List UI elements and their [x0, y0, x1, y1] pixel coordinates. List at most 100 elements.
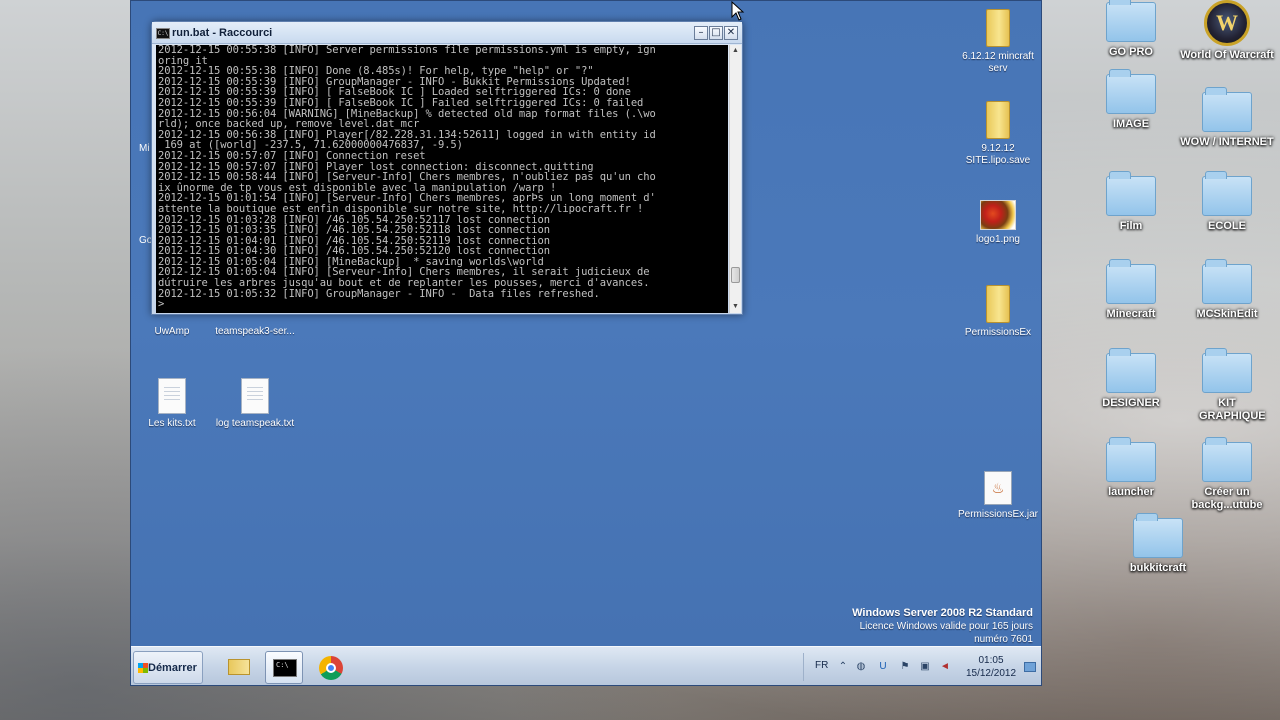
icon-label: ECOLE — [1208, 220, 1246, 232]
tray-app-icon[interactable]: ◍ — [855, 661, 867, 673]
minimize-button[interactable]: – — [694, 26, 708, 40]
icon-label: teamspeak3-ser... — [215, 326, 295, 337]
start-label: Démarrer — [148, 662, 197, 674]
host-icon-go-pro[interactable]: GO PRO — [1083, 0, 1179, 59]
scroll-thumb[interactable] — [731, 267, 740, 283]
host-icon-world-of-warcraft[interactable]: W World Of Warcraft — [1179, 0, 1275, 62]
host-icon-minecraft[interactable]: Minecraft — [1083, 259, 1179, 321]
taskbar-explorer-button[interactable] — [219, 651, 257, 684]
taskbar-chrome-button[interactable] — [311, 651, 349, 684]
icon-label: log teamspeak.txt — [215, 418, 295, 429]
taskbar[interactable]: Démarrer C:\ FR ⌃ ◍ U ⚑ ▣ ◄ 01:05 15/12/… — [131, 646, 1041, 685]
vm-icon-mincraft-serv[interactable]: 6.12.12 mincraft serv — [953, 9, 1041, 75]
folder-icon — [986, 285, 1010, 323]
cmd-icon: C:\ — [273, 659, 297, 677]
host-icon-launcher[interactable]: launcher — [1083, 437, 1179, 499]
icon-label: 6.12.12 mincraft serv — [962, 51, 1034, 74]
folder-icon — [1202, 171, 1252, 216]
vm-icon-log-teamspeak[interactable]: log teamspeak.txt — [210, 378, 300, 430]
host-icon-image[interactable]: IMAGE — [1083, 69, 1179, 131]
icon-label: Les kits.txt — [148, 418, 196, 429]
tray-u-icon[interactable]: U — [877, 661, 889, 673]
icon-label: bukkitcraft — [1129, 562, 1187, 574]
icon-label: PermissionsEx — [964, 327, 1032, 338]
watermark-edition: Windows Server 2008 R2 Standard — [852, 607, 1033, 619]
host-desktop-icons: GO PRO W World Of Warcraft IMAGE WOW / I… — [1090, 0, 1280, 600]
console-prompt[interactable]: > — [158, 299, 728, 310]
folder-icon — [1106, 259, 1156, 304]
vm-icon-site-lipo-save[interactable]: 9.12.12 SITE.lipo.save — [953, 101, 1041, 167]
console-titlebar[interactable]: C:\ run.bat - Raccourci – □ ✕ — [152, 22, 742, 44]
windows-watermark: Windows Server 2008 R2 Standard Licence … — [733, 607, 1033, 646]
folder-icon — [228, 659, 250, 675]
scroll-down-arrow-icon[interactable]: ▼ — [730, 301, 741, 313]
folder-icon — [986, 9, 1010, 47]
console-output[interactable]: 2012-12-15 00:55:38 [INFO] Server permis… — [156, 45, 728, 313]
host-icon-ecole[interactable]: ECOLE — [1179, 171, 1275, 233]
vm-icon-permissionsex-jar[interactable]: ♨ PermissionsEx.jar — [953, 471, 1041, 521]
console-line: 2012-12-15 00:57:07 [INFO] Connection re… — [158, 149, 426, 162]
console-scrollbar[interactable]: ▲ ▼ — [729, 45, 741, 313]
vm-icon-uwamp[interactable]: UwAmp — [131, 326, 217, 338]
host-icon-wow-internet[interactable]: WOW / INTERNET — [1179, 87, 1275, 149]
window-title: run.bat - Raccourci — [172, 27, 273, 39]
volume-muted-icon[interactable]: ◄ — [939, 661, 951, 673]
vm-icon-les-kits[interactable]: Les kits.txt — [131, 378, 217, 430]
console-window[interactable]: C:\ run.bat - Raccourci – □ ✕ 2012-12-15… — [151, 21, 743, 315]
clock-time: 01:05 — [978, 655, 1004, 666]
text-file-icon — [241, 378, 269, 414]
icon-label: launcher — [1108, 486, 1154, 498]
host-icon-kit-graphique[interactable]: KIT GRAPHIQUE — [1179, 348, 1275, 423]
folder-icon — [1202, 87, 1252, 132]
icon-label: PermissionsEx.jar — [957, 509, 1039, 520]
maximize-button[interactable]: □ — [709, 26, 723, 40]
taskbar-cmd-button[interactable]: C:\ — [265, 651, 303, 684]
icon-label: 9.12.12 SITE.lipo.save — [965, 143, 1031, 166]
chrome-icon — [319, 656, 343, 680]
vm-screen[interactable]: Mi Go 6.12.12 mincraft serv 9.12.12 SITE… — [130, 0, 1042, 686]
icon-label: Créer un backg...utube — [1191, 486, 1263, 511]
host-icon-film[interactable]: Film — [1083, 171, 1179, 233]
text-file-icon — [158, 378, 186, 414]
language-indicator[interactable]: FR — [815, 660, 828, 671]
console-line: 2012-12-15 00:55:38 [INFO] Server permis… — [158, 45, 656, 56]
watermark-build: numéro 7601 — [974, 634, 1033, 645]
host-icon-creer-backg[interactable]: Créer un backg...utube — [1179, 437, 1275, 512]
vm-icon-logo1-png[interactable]: logo1.png — [953, 200, 1041, 246]
vm-icon-teamspeak3[interactable]: teamspeak3-ser... — [210, 326, 300, 338]
folder-icon — [986, 101, 1010, 139]
clock-date: 15/12/2012 — [965, 668, 1017, 679]
host-icon-mcskinedit[interactable]: MCSkinEdit — [1179, 259, 1275, 321]
show-desktop-button[interactable] — [1024, 662, 1036, 672]
action-center-flag-icon[interactable]: ⚑ — [899, 661, 911, 673]
host-icon-designer[interactable]: DESIGNER — [1083, 348, 1179, 410]
vm-icon-permissionsex[interactable]: PermissionsEx — [953, 285, 1041, 339]
tray-expand-icon[interactable]: ⌃ — [837, 661, 849, 673]
folder-icon — [1202, 348, 1252, 393]
image-file-icon — [980, 200, 1016, 230]
icon-label: Minecraft — [1106, 308, 1156, 320]
close-button[interactable]: ✕ — [724, 26, 738, 40]
mouse-cursor-icon — [731, 1, 745, 21]
icon-label: KIT GRAPHIQUE — [1199, 397, 1266, 422]
clipped-icon-label: Mi — [139, 143, 150, 154]
scroll-up-arrow-icon[interactable]: ▲ — [730, 45, 741, 57]
icon-label: GO PRO — [1108, 46, 1153, 58]
folder-icon — [1106, 437, 1156, 482]
network-icon[interactable]: ▣ — [919, 661, 931, 673]
host-icon-bukkitcraft[interactable]: bukkitcraft — [1110, 513, 1206, 575]
folder-icon — [1133, 513, 1183, 558]
watermark-license: Licence Windows valide pour 165 jours — [859, 621, 1033, 632]
start-button[interactable]: Démarrer — [133, 651, 203, 684]
icon-label: Film — [1119, 220, 1143, 232]
system-clock[interactable]: 01:05 15/12/2012 — [963, 655, 1019, 681]
icon-label: World Of Warcraft — [1180, 49, 1274, 61]
vm-desktop[interactable]: Mi Go 6.12.12 mincraft serv 9.12.12 SITE… — [131, 1, 1041, 646]
icon-label: logo1.png — [976, 234, 1020, 245]
java-icon: ♨ — [984, 471, 1012, 505]
folder-icon — [1106, 0, 1156, 42]
folder-icon — [1202, 259, 1252, 304]
folder-icon — [1202, 437, 1252, 482]
folder-icon — [1106, 69, 1156, 114]
cmd-icon: C:\ — [156, 28, 170, 39]
